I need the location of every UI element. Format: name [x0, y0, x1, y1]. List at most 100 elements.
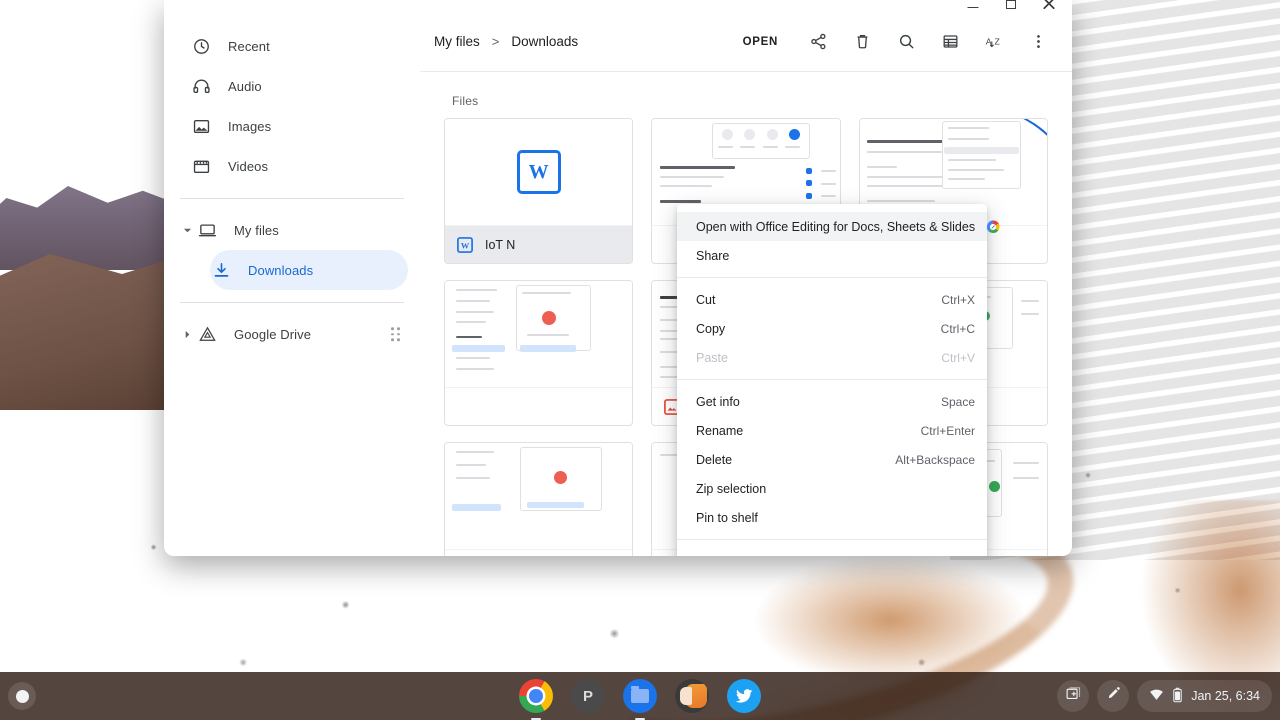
close-button[interactable]: [1030, 0, 1068, 12]
file-meta: W IoT N: [445, 225, 633, 263]
file-thumbnail: [445, 443, 633, 549]
file-meta: Near: [445, 549, 633, 556]
context-menu: Open with Office Editing for Docs, Sheet…: [677, 204, 1000, 557]
add-desk-button[interactable]: [1057, 680, 1090, 712]
menu-item-open-with[interactable]: Open with Office Editing for Docs, Sheet…: [677, 212, 1000, 241]
shelf-app-orange[interactable]: [675, 679, 709, 713]
menu-item-accel: Ctrl+X: [941, 292, 975, 307]
desktop: Recent Audio Images Videos My files Down…: [0, 0, 1280, 720]
image-icon: [190, 115, 212, 137]
file-card-near[interactable]: Near: [444, 442, 634, 556]
menu-item-accel: Ctrl+V: [941, 350, 975, 365]
sidebar-item-my-files[interactable]: My files: [180, 210, 408, 250]
list-view-button[interactable]: [931, 23, 969, 61]
menu-separator-2: [677, 379, 987, 380]
file-card-4[interactable]: [444, 280, 634, 426]
share-icon: [809, 32, 828, 51]
sidebar-item-label: Images: [228, 118, 272, 134]
breadcrumb: My files > Downloads: [420, 30, 733, 53]
file-thumbnail: [445, 281, 633, 387]
menu-item-pin-to-shelf[interactable]: Pin to shelf: [677, 503, 987, 532]
maximize-button[interactable]: [992, 0, 1030, 12]
file-card-iot[interactable]: W W IoT N: [444, 118, 634, 264]
delete-button[interactable]: [843, 23, 881, 61]
files-app-window: Recent Audio Images Videos My files Down…: [164, 0, 1072, 556]
file-thumbnail: W: [445, 119, 633, 225]
more-button[interactable]: [1019, 23, 1057, 61]
shelf: P Jan 25, 6:34: [0, 672, 1280, 720]
sidebar-item-label: Videos: [228, 158, 269, 174]
menu-item-get-info[interactable]: Get info Space: [677, 387, 987, 416]
shelf-app-files[interactable]: [623, 679, 657, 720]
sidebar-item-images[interactable]: Images: [180, 106, 408, 146]
shelf-app-twitter[interactable]: [727, 679, 761, 713]
menu-item-label: Share: [696, 248, 730, 263]
clock-label: Jan 25, 6:34: [1191, 689, 1260, 703]
breadcrumb-root[interactable]: My files: [428, 30, 486, 53]
sidebar-item-label: Downloads: [248, 262, 314, 278]
menu-item-label: Copy: [696, 321, 726, 336]
menu-item-label: Get info: [696, 394, 740, 409]
toolbar: My files > Downloads OPEN A Z: [420, 12, 1072, 72]
computer-icon: [196, 219, 218, 241]
status-area[interactable]: Jan 25, 6:34: [1137, 680, 1272, 712]
sidebar-item-audio[interactable]: Audio: [180, 66, 408, 106]
menu-item-zip-selection[interactable]: Zip selection: [677, 474, 987, 503]
open-button[interactable]: OPEN: [733, 28, 788, 56]
menu-item-label: Zip selection: [696, 481, 767, 496]
section-label: Files: [452, 94, 479, 108]
more-vert-icon: [1029, 32, 1048, 51]
menu-item-label: New folder: [696, 555, 923, 557]
window-caption-bar: [164, 0, 1072, 12]
stylus-button[interactable]: [1097, 680, 1130, 712]
stylus-icon: [1105, 685, 1122, 707]
orange-app-hand: [680, 687, 692, 705]
search-button[interactable]: [887, 23, 925, 61]
sidebar-item-videos[interactable]: Videos: [180, 146, 408, 186]
sidebar-item-recent[interactable]: Recent: [180, 26, 408, 66]
sort-button[interactable]: A Z: [975, 23, 1013, 61]
drive-icon: [196, 323, 218, 345]
share-button[interactable]: [799, 23, 837, 61]
shelf-app-play-store[interactable]: P: [571, 679, 605, 713]
menu-item-accel: Ctrl+Enter: [920, 423, 975, 438]
menu-separator-1: [677, 277, 987, 278]
twitter-icon: [734, 686, 754, 706]
video-icon: [190, 155, 212, 177]
chevron-down-icon[interactable]: [178, 226, 196, 235]
sort-az-icon: A Z: [984, 32, 1005, 51]
menu-separator-3: [677, 539, 987, 540]
trash-icon: [853, 32, 872, 51]
chevron-right-icon[interactable]: [178, 330, 196, 339]
shelf-app-chrome[interactable]: [519, 679, 553, 720]
breadcrumb-separator-icon: >: [491, 34, 500, 49]
minimize-button[interactable]: [954, 0, 992, 12]
breadcrumb-current[interactable]: Downloads: [505, 30, 584, 53]
menu-item-delete[interactable]: Delete Alt+Backspace: [677, 445, 987, 474]
sidebar-item-label: Google Drive: [234, 326, 312, 342]
menu-item-copy[interactable]: Copy Ctrl+C: [677, 314, 987, 343]
sidebar-item-label: Recent: [228, 38, 270, 54]
menu-item-label: Open with Office Editing for Docs, Sheet…: [696, 219, 976, 234]
menu-item-accel: Ctrl+E: [941, 555, 975, 557]
menu-item-label: Pin to shelf: [696, 510, 758, 525]
add-desk-icon: [1065, 685, 1082, 707]
sidebar: Recent Audio Images Videos My files Down…: [164, 12, 420, 556]
menu-item-label: Paste: [696, 350, 728, 365]
file-name: IoT N: [485, 237, 516, 252]
screenshot-preview: [445, 443, 633, 549]
sidebar-item-google-drive[interactable]: Google Drive: [180, 314, 408, 354]
word-file-icon: W: [455, 235, 475, 255]
menu-item-rename[interactable]: Rename Ctrl+Enter: [677, 416, 987, 445]
menu-item-paste: Paste Ctrl+V: [677, 343, 987, 372]
menu-item-label: Delete: [696, 452, 733, 467]
sidebar-item-downloads[interactable]: Downloads: [210, 250, 408, 290]
menu-item-share[interactable]: Share: [677, 241, 987, 270]
menu-item-new-folder[interactable]: New folder Ctrl+E: [677, 547, 987, 557]
folder-icon: [631, 686, 649, 703]
drag-handle-icon[interactable]: [391, 327, 400, 341]
menu-item-cut[interactable]: Cut Ctrl+X: [677, 285, 987, 314]
svg-text:W: W: [461, 241, 470, 250]
search-icon: [897, 32, 916, 51]
menu-item-label: Cut: [696, 292, 716, 307]
